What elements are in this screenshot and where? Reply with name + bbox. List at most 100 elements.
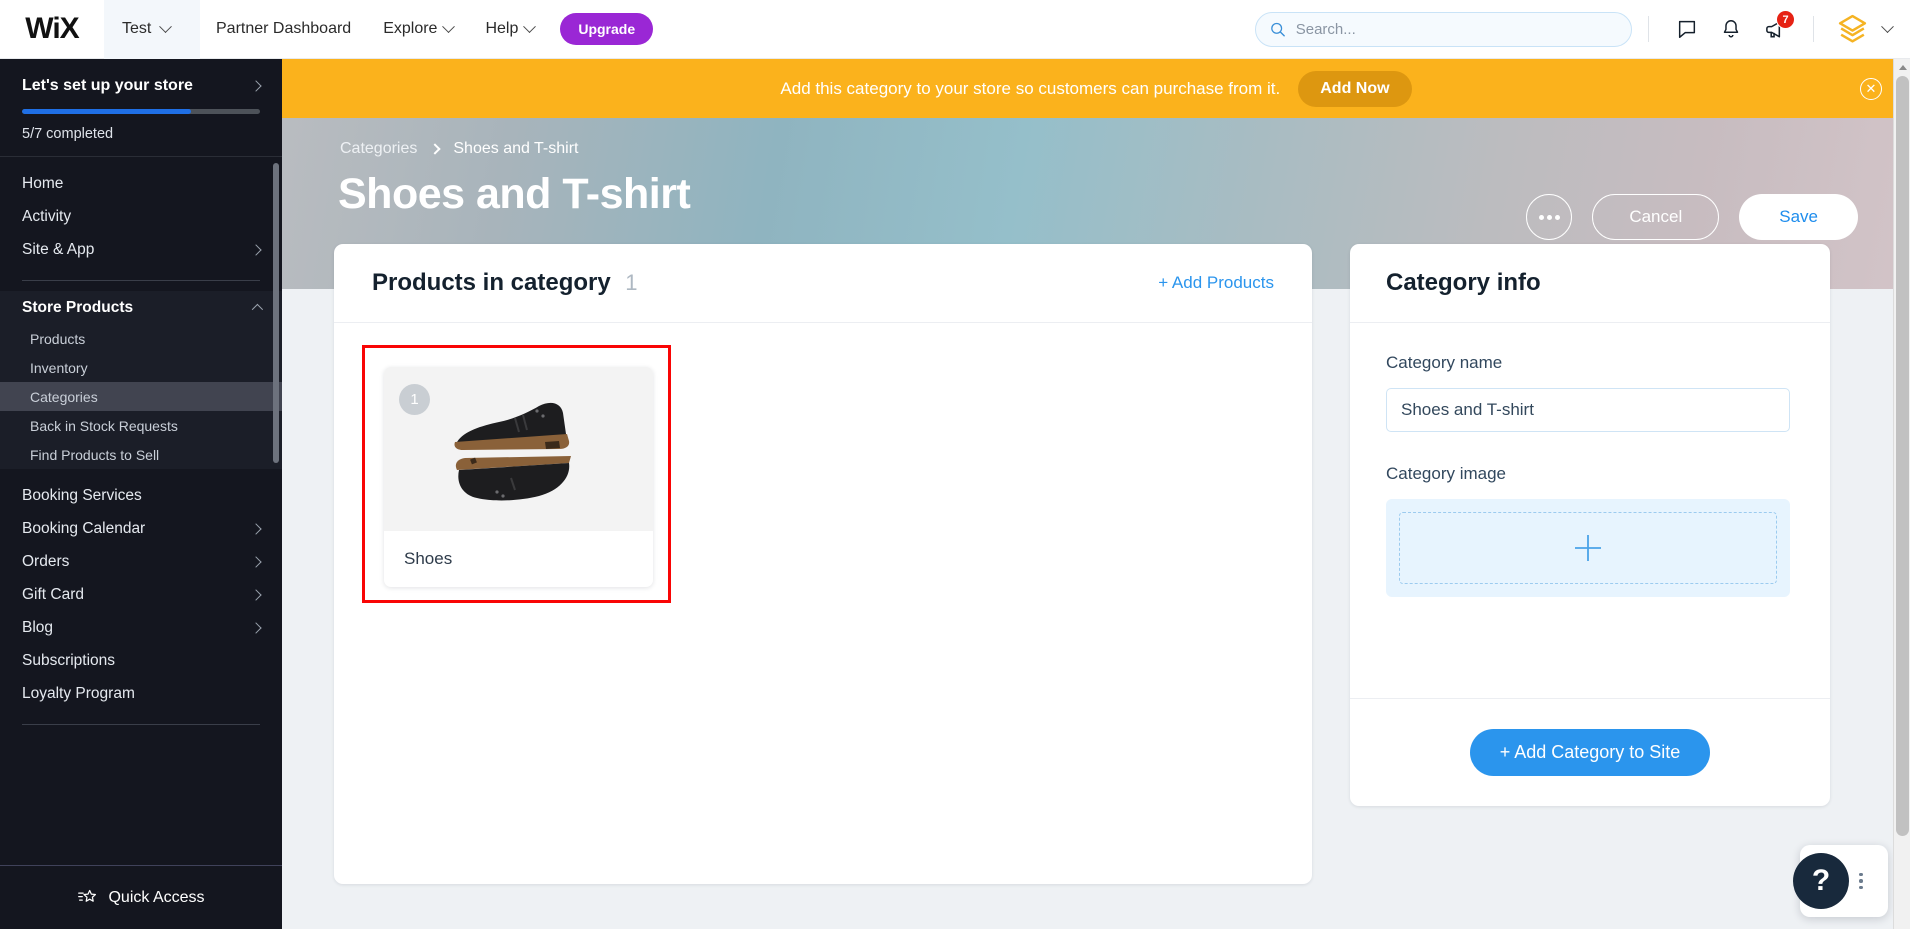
search-box[interactable]: [1255, 11, 1632, 47]
sidebar-item-find-products-to-sell[interactable]: Find Products to Sell: [0, 440, 282, 469]
category-name-input[interactable]: [1386, 388, 1790, 432]
sidebar-item-loyalty-program[interactable]: Loyalty Program: [0, 677, 282, 710]
sidebar-primary-group: Home Activity Site & App: [0, 157, 282, 270]
sidebar-item-activity[interactable]: Activity: [0, 200, 282, 233]
close-icon[interactable]: ✕: [1860, 77, 1882, 100]
notifications-button[interactable]: [1709, 7, 1753, 51]
setup-progress-fill: [22, 109, 191, 114]
sidebar-item-booking-services[interactable]: Booking Services: [0, 479, 282, 512]
sidebar-scrollbar-thumb[interactable]: [273, 163, 279, 463]
question-mark-icon[interactable]: ?: [1793, 853, 1849, 909]
nav-label: Help: [485, 20, 519, 37]
add-category-to-site-button[interactable]: + Add Category to Site: [1469, 729, 1711, 776]
sidebar-item-categories[interactable]: Categories: [0, 382, 282, 411]
vertical-dots-icon[interactable]: [1859, 872, 1863, 890]
more-options-button[interactable]: [1526, 194, 1573, 240]
chevron-right-icon: [250, 522, 262, 535]
wix-logo[interactable]: WiX: [0, 12, 104, 46]
sidebar-item-label: Inventory: [30, 359, 88, 376]
sidebar-divider: [22, 280, 260, 281]
sidebar-item-label: Booking Calendar: [22, 519, 146, 537]
sidebar-item-subscriptions[interactable]: Subscriptions: [0, 644, 282, 677]
chevron-right-icon: [250, 243, 262, 256]
products-count: 1: [625, 270, 638, 295]
sidebar-item-label: Store Products: [22, 298, 134, 316]
page-scrollbar-thumb[interactable]: [1896, 76, 1909, 836]
announcements-button[interactable]: 7: [1753, 7, 1797, 51]
save-button[interactable]: Save: [1739, 194, 1858, 240]
breadcrumb-current: Shoes and T-shirt: [453, 140, 579, 157]
dot: [1859, 879, 1863, 883]
divider: [1648, 16, 1649, 42]
scroll-up-arrow-icon[interactable]: [1894, 59, 1910, 76]
chevron-right-icon: [429, 143, 442, 155]
black-chukka-boots-image: [453, 402, 571, 501]
sidebar-item-back-in-stock-requests[interactable]: Back in Stock Requests: [0, 411, 282, 440]
sidebar-section-store-products: Store Products Products Inventory Catego…: [0, 291, 282, 469]
account-menu-button[interactable]: [1836, 13, 1894, 46]
sidebar-item-label: Site & App: [22, 240, 95, 258]
ellipsis-icon: [1554, 214, 1560, 220]
setup-progress-bar: [22, 109, 260, 114]
store-setup-widget[interactable]: Let's set up your store 5/7 completed: [0, 59, 282, 156]
sidebar-item-orders[interactable]: Orders: [0, 545, 282, 578]
content-area: Products in category 1 + Add Products 1 …: [282, 244, 1910, 884]
nav-item-partner-dashboard[interactable]: Partner Dashboard: [200, 0, 367, 59]
sidebar-item-gift-card[interactable]: Gift Card: [0, 578, 282, 611]
breadcrumb-parent-link[interactable]: Categories: [340, 140, 417, 158]
chevron-down-icon: [442, 19, 456, 33]
chevron-right-icon: [250, 588, 262, 601]
nav-item-help[interactable]: Help: [469, 0, 550, 59]
bell-icon: [1723, 20, 1739, 38]
sidebar-item-label: Gift Card: [22, 585, 85, 603]
nav-item-explore[interactable]: Explore: [367, 0, 469, 59]
store-setup-header: Let's set up your store: [22, 77, 262, 95]
category-image-dropzone[interactable]: [1399, 512, 1777, 584]
sidebar-item-label: Home: [22, 174, 64, 192]
products-panel-header: Products in category 1 + Add Products: [334, 244, 1312, 323]
breadcrumb: Categories Shoes and T-shirt: [340, 140, 578, 158]
site-selector[interactable]: Test: [104, 0, 200, 59]
sidebar-item-store-products[interactable]: Store Products: [0, 291, 282, 324]
sidebar-item-booking-calendar[interactable]: Booking Calendar: [0, 512, 282, 545]
page-actions: Cancel Save: [1526, 194, 1858, 240]
category-info-panel: Category info Category name Category ima…: [1350, 244, 1830, 806]
add-now-button[interactable]: Add Now: [1298, 70, 1412, 107]
chevron-up-icon: [251, 303, 264, 315]
product-card[interactable]: 1 Shoes: [384, 367, 653, 587]
chevron-right-icon: [250, 80, 262, 92]
chat-icon-button[interactable]: [1665, 7, 1709, 51]
dot: [1859, 885, 1863, 890]
chat-icon: [1678, 20, 1696, 38]
sidebar-item-site-and-app[interactable]: Site & App: [0, 233, 282, 266]
chevron-right-icon: [250, 555, 262, 568]
cancel-button[interactable]: Cancel: [1592, 194, 1720, 240]
sidebar-item-label: Orders: [22, 552, 70, 570]
site-selector-label: Test: [122, 20, 152, 37]
sidebar-secondary-group: Booking Services Booking Calendar Orders…: [0, 469, 282, 714]
chevron-right-icon: [250, 621, 262, 634]
shooting-star-icon: [78, 889, 97, 902]
sidebar-item-label: Activity: [22, 207, 72, 225]
add-products-link[interactable]: + Add Products: [1158, 273, 1274, 293]
upgrade-button[interactable]: Upgrade: [560, 13, 654, 45]
sidebar-item-products[interactable]: Products: [0, 324, 282, 353]
sidebar-item-label: Booking Services: [22, 486, 142, 504]
sidebar-item-label: Back in Stock Requests: [30, 417, 178, 434]
search-icon: [1271, 22, 1285, 37]
category-image-upload[interactable]: [1386, 499, 1790, 597]
sidebar-item-inventory[interactable]: Inventory: [0, 353, 282, 382]
category-info-body: Category name Category image: [1350, 323, 1830, 698]
category-info-header: Category info: [1350, 244, 1830, 323]
divider: [1813, 16, 1814, 42]
sidebar-scroll-area: Home Activity Site & App Store Products …: [0, 157, 282, 840]
sidebar: Let's set up your store 5/7 completed Ho…: [0, 59, 282, 929]
search-input[interactable]: [1295, 20, 1617, 38]
quick-access-button[interactable]: Quick Access: [0, 865, 282, 929]
help-widget: ?: [1793, 845, 1888, 917]
nav-label: Explore: [383, 20, 438, 37]
sidebar-item-blog[interactable]: Blog: [0, 611, 282, 644]
sidebar-item-home[interactable]: Home: [0, 167, 282, 200]
page-scrollbar[interactable]: [1893, 59, 1910, 929]
